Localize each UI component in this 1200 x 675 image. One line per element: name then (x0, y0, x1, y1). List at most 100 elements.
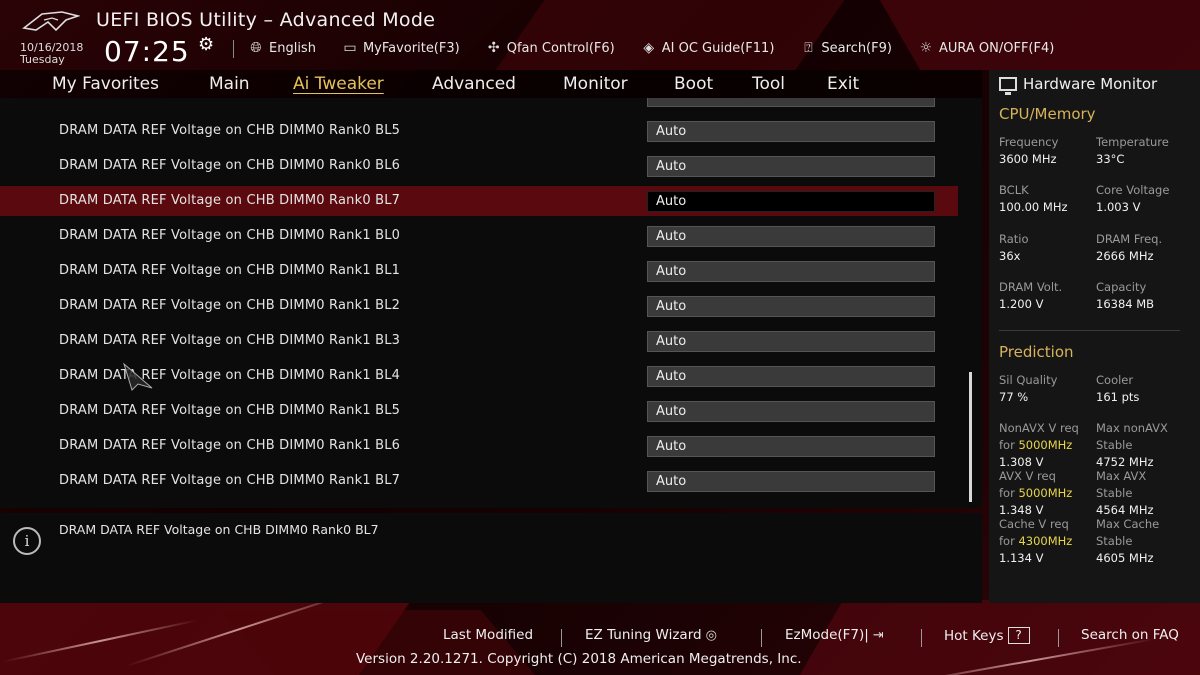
help-info-panel: i DRAM DATA REF Voltage on CHB DIMM0 Ran… (0, 513, 982, 603)
gear-icon[interactable]: ⚙ (198, 34, 214, 55)
stat-value: 33°C (1096, 152, 1125, 166)
stat-label: BCLK (999, 183, 1029, 197)
aura-icon: ☼ (919, 40, 933, 56)
setting-value-dropdown[interactable]: Auto (647, 331, 935, 352)
stat-label: Max Cache (1096, 517, 1160, 531)
setting-label: DRAM DATA REF Voltage on CHB DIMM0 Rank1… (59, 473, 401, 488)
setting-value-dropdown[interactable]: Auto (647, 156, 935, 177)
setting-row[interactable]: DRAM DATA REF Voltage on CHB DIMM0 Rank1… (0, 396, 958, 426)
bulb-icon: ◎ (705, 627, 717, 643)
ez-tuning-label: EZ Tuning Wizard (585, 627, 702, 643)
stat-label: Ratio (999, 232, 1029, 246)
capacity-stat: Capacity 16384 MB (1096, 279, 1154, 313)
ez-mode-button[interactable]: EzMode(F7)| ⇥ (785, 627, 884, 643)
tab-exit[interactable]: Exit (827, 74, 859, 94)
stat-sublabel: Stable (1096, 486, 1133, 500)
clock[interactable]: 07:25 (104, 35, 190, 68)
ez-mode-label: EzMode(F7)| (785, 627, 869, 643)
fan-icon: ✣ (487, 40, 500, 56)
highlight-freq: 5000MHz (1018, 438, 1073, 452)
tab-tool[interactable]: Tool (752, 74, 785, 94)
setting-label: DRAM DATA REF Voltage on CHB DIMM0 Rank1… (59, 368, 401, 383)
stat-value: 161 pts (1096, 390, 1140, 404)
setting-value-dropdown[interactable]: Auto (647, 471, 935, 492)
tab-boot[interactable]: Boot (674, 74, 713, 94)
stat-label: Temperature (1096, 135, 1169, 149)
qfan-control-button[interactable]: ✣ Qfan Control(F6) (484, 40, 615, 56)
date-display: 10/16/2018 Tuesday (20, 42, 83, 66)
stat-value: 16384 MB (1096, 297, 1155, 311)
for-label: for (999, 438, 1015, 452)
stat-label: Cache V req (999, 517, 1069, 531)
stat-value: 3600 MHz (999, 152, 1057, 166)
stat-sublabel: for 5000MHz (999, 437, 1079, 454)
stat-label: DRAM Volt. (999, 280, 1063, 294)
setting-value-dropdown[interactable]: Auto (647, 366, 935, 387)
setting-value-dropdown[interactable]: Auto (647, 261, 935, 282)
stat-value: 36x (999, 249, 1021, 263)
day-text: Tuesday (20, 53, 65, 66)
cpu-memory-heading: CPU/Memory (999, 105, 1096, 123)
last-modified-button[interactable]: Last Modified (443, 627, 533, 643)
divider (761, 629, 762, 647)
stat-label: Max AVX (1096, 469, 1147, 483)
stat-label: Cooler (1096, 373, 1134, 387)
rog-logo-icon (22, 11, 80, 32)
monitor-icon (999, 77, 1017, 95)
setting-row[interactable]: DRAM DATA REF Voltage on CHB DIMM0 Rank1… (0, 431, 958, 461)
hot-keys-button[interactable]: Hot Keys ? (944, 627, 1030, 644)
stat-label: Capacity (1096, 280, 1147, 294)
setting-row[interactable]: DRAM DATA REF Voltage on CHB DIMM0 Rank0… (0, 116, 958, 146)
ratio-stat: Ratio 36x (999, 231, 1029, 265)
ai-oc-guide-button[interactable]: ◈ AI OC Guide(F11) (639, 40, 774, 56)
search-faq-button[interactable]: Search on FAQ (1081, 627, 1179, 643)
stat-value: 2666 MHz (1096, 249, 1154, 263)
setting-value-dropdown[interactable]: Auto (647, 436, 935, 457)
setting-value-dropdown[interactable]: Auto (647, 226, 935, 247)
tab-my-favorites[interactable]: My Favorites (52, 74, 159, 94)
max-avx-stat: Max AVX Stable 4564 MHz (1096, 468, 1154, 519)
main-nav: My Favorites Main Ai Tweaker Advanced Mo… (0, 70, 982, 98)
stat-value: 1.134 V (999, 551, 1044, 565)
myfavorite-button[interactable]: ▭ MyFavorite(F3) (340, 40, 459, 56)
exit-arrow-icon: ⇥ (872, 627, 884, 643)
qfan-label: Qfan Control(F6) (506, 40, 615, 56)
setting-value-dropdown[interactable]: Auto (647, 121, 935, 142)
sil-quality-stat: Sil Quality 77 % (999, 372, 1057, 406)
setting-row[interactable]: DRAM DATA REF Voltage on CHB DIMM0 Rank1… (0, 256, 958, 286)
search-label: Search(F9) (821, 40, 892, 56)
dram-volt-stat: DRAM Volt. 1.200 V (999, 279, 1062, 313)
tab-advanced[interactable]: Advanced (432, 74, 516, 94)
toolbar: 🌐︎ English ▭ MyFavorite(F3) ✣ Qfan Contr… (246, 40, 1078, 56)
setting-value-dropdown[interactable]: Auto (647, 191, 935, 212)
stat-label: Sil Quality (999, 373, 1058, 387)
nonavx-vreq-stat: NonAVX V req for 5000MHz 1.308 V (999, 420, 1079, 471)
setting-row[interactable]: DRAM DATA REF Voltage on CHB DIMM0 Rank1… (0, 466, 958, 496)
setting-row[interactable]: DRAM DATA REF Voltage on CHB DIMM0 Rank1… (0, 291, 958, 321)
language-button[interactable]: 🌐︎ English (246, 40, 316, 56)
search-button[interactable]: ⍰ Search(F9) (798, 40, 892, 56)
stat-value: 1.003 V (1096, 200, 1141, 214)
search-help-icon: ⍰ (804, 40, 813, 56)
stat-sublabel: Stable (1096, 438, 1133, 452)
mouse-cursor-icon (123, 362, 153, 391)
setting-row[interactable]: DRAM DATA REF Voltage on CHB DIMM0 Rank1… (0, 221, 958, 251)
setting-value-dropdown[interactable]: Auto (647, 296, 935, 317)
setting-row[interactable]: DRAM DATA REF Voltage on CHB DIMM0 Rank0… (0, 151, 958, 181)
setting-label: DRAM DATA REF Voltage on CHB DIMM0 Rank0… (59, 158, 401, 173)
prediction-heading: Prediction (999, 343, 1074, 361)
aura-button[interactable]: ☼ AURA ON/OFF(F4) (916, 40, 1055, 56)
max-cache-stat: Max Cache Stable 4605 MHz (1096, 516, 1159, 567)
divider (921, 629, 922, 647)
help-text: DRAM DATA REF Voltage on CHB DIMM0 Rank0… (59, 522, 379, 537)
tab-ai-tweaker[interactable]: Ai Tweaker (293, 74, 384, 94)
setting-row[interactable]: DRAM DATA REF Voltage on CHB DIMM0 Rank1… (0, 326, 958, 356)
tab-monitor[interactable]: Monitor (563, 74, 628, 94)
setting-row-selected[interactable]: DRAM DATA REF Voltage on CHB DIMM0 Rank0… (0, 186, 958, 216)
tab-main[interactable]: Main (209, 74, 250, 94)
setting-value-dropdown[interactable]: Auto (647, 401, 935, 422)
ez-tuning-wizard-button[interactable]: EZ Tuning Wizard ◎ (585, 627, 717, 643)
hardware-monitor-label: Hardware Monitor (1023, 75, 1158, 93)
header: UEFI BIOS Utility – Advanced Mode 10/16/… (0, 0, 1200, 70)
scrollbar[interactable] (969, 372, 972, 502)
